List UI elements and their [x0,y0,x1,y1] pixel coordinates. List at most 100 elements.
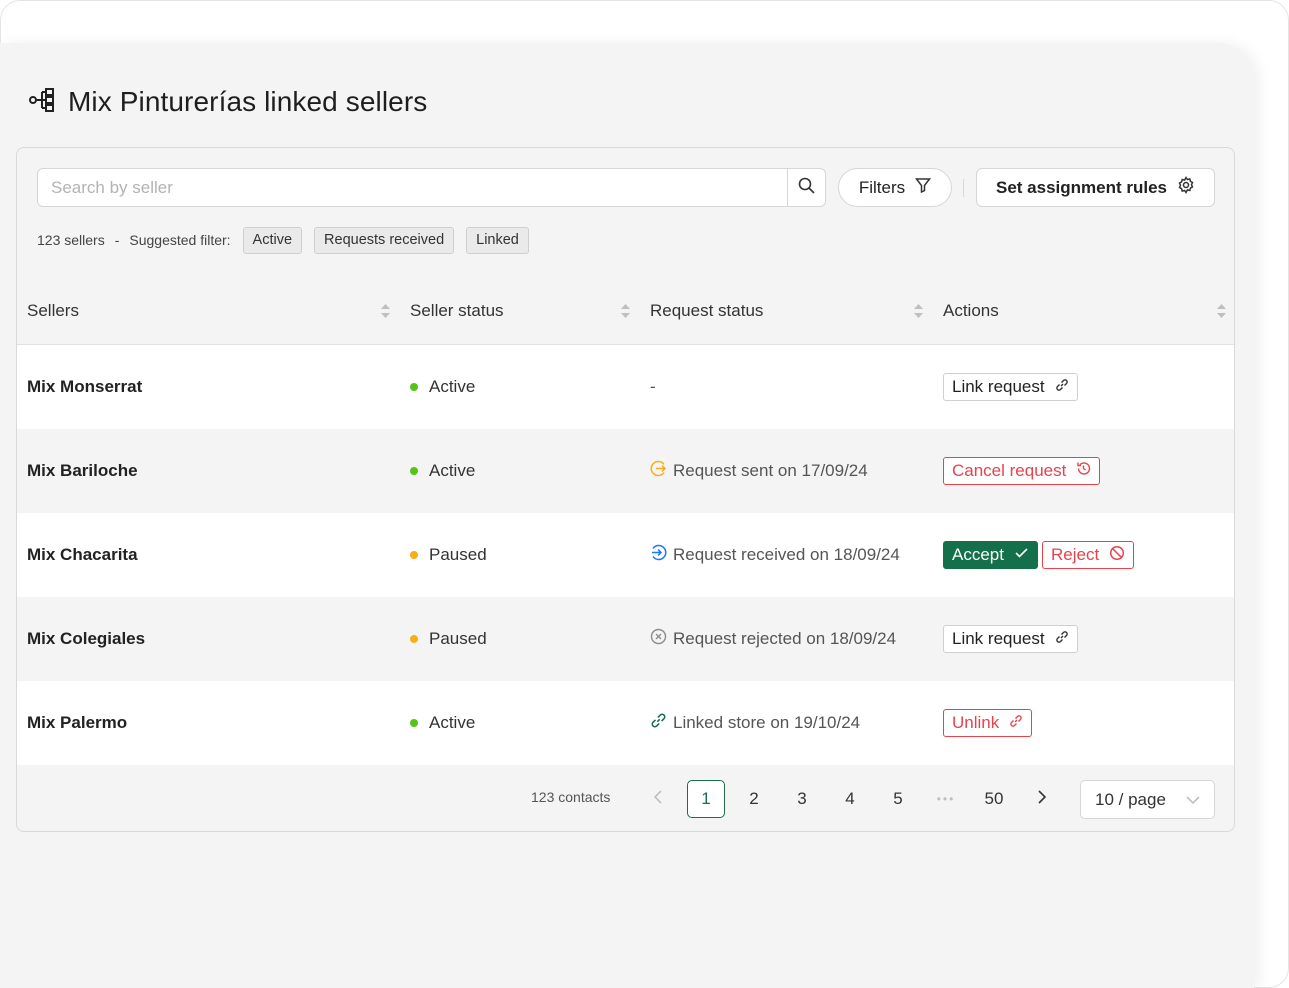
chip-active[interactable]: Active [242,226,303,254]
filters-label: Filters [858,177,906,197]
page-5[interactable]: 5 [879,780,917,818]
button-label: Unlink [952,713,1000,732]
seller-status: Active [429,461,476,480]
seller-status: Paused [429,545,487,564]
seller-name: Mix Colegiales [27,629,146,648]
toolbar-divider [963,179,964,197]
button-label: Link request [952,377,1045,396]
filters-button[interactable]: Filters [838,168,952,207]
header-label: Actions [943,301,999,320]
link-request-button[interactable]: Link request [943,625,1078,653]
x-circle-icon [650,628,667,650]
request-status: Request received on 18/09/24 [673,545,900,564]
link-icon [650,712,667,734]
accept-button[interactable]: Accept [943,541,1038,569]
request-status-cell: Linked store on 19/10/24 [650,712,860,734]
suggested-filter-label: Suggested filter: [129,232,231,248]
clock-rewind-icon [1076,461,1091,481]
table-row: Mix Monserrat Active - Link request [17,345,1234,429]
arrow-in-icon [650,544,667,566]
sellers-card: Filters Set assignment rules 123 sellers… [16,147,1235,832]
seller-name: Mix Palermo [27,713,128,732]
seller-name: Mix Chacarita [27,545,138,564]
request-status: Request rejected on 18/09/24 [673,629,897,648]
table-row: Mix Chacarita Paused Request received on… [17,513,1234,597]
hierarchy-icon [28,86,56,119]
summary-row: 123 sellers - Suggested filter: Active R… [37,226,529,254]
search-box [37,168,826,207]
unlink-button[interactable]: Unlink [943,709,1033,737]
sort-icon [621,304,630,318]
header-seller-status[interactable]: Seller status [400,301,640,321]
header-request-status[interactable]: Request status [640,301,933,321]
table-row: Mix Colegiales Paused Request rejected o… [17,597,1234,681]
seller-name: Mix Monserrat [27,377,143,396]
search-icon [798,177,815,199]
page-size-select[interactable]: 10 / page [1080,780,1215,819]
page-3[interactable]: 3 [783,780,821,818]
chip-linked[interactable]: Linked [466,226,529,254]
header-label: Seller status [410,301,504,320]
chevron-right-icon [1037,789,1047,809]
page-size-value: 10 / page [1095,789,1166,809]
table-header: Sellers Seller status Request status Act… [17,278,1234,345]
paused-status-dot [410,551,418,559]
search-button[interactable] [787,169,825,206]
page-ellipsis[interactable]: ••• [927,780,965,818]
page-title: Mix Pinturerías linked sellers [68,86,428,117]
active-status-dot [410,383,418,391]
seller-status: Active [429,713,476,732]
paused-status-dot [410,635,418,643]
request-status: Linked store on 19/10/24 [673,713,861,732]
gear-icon [1177,176,1195,199]
sort-icon [1217,304,1226,318]
request-status-cell: Request rejected on 18/09/24 [650,628,896,650]
link-request-button[interactable]: Link request [943,373,1078,401]
request-status-cell: Request sent on 17/09/24 [650,460,868,482]
seller-status: Paused [429,629,487,648]
search-input[interactable] [38,169,787,206]
seller-status: Active [429,377,476,396]
pagination: 123 contacts 1 2 3 4 5 ••• 50 10 / page [17,767,1234,831]
table-row: Mix Palermo Active Linked store on 19/10… [17,681,1234,765]
button-label: Link request [952,629,1045,648]
button-label: Reject [1050,545,1100,564]
rules-label: Set assignment rules [995,177,1167,197]
set-assignment-rules-button[interactable]: Set assignment rules [976,168,1215,207]
link-icon [1055,629,1069,649]
check-icon [1014,545,1029,565]
header-label: Sellers [27,301,79,320]
arrow-out-icon [650,460,667,482]
prev-page-button[interactable] [639,780,677,818]
cancel-request-button[interactable]: Cancel request [943,457,1101,485]
request-status-cell: Request received on 18/09/24 [650,544,900,566]
request-status: - [650,377,656,396]
contacts-count: 123 contacts [531,789,611,805]
header-actions[interactable]: Actions [933,301,1234,321]
summary-separator: - [114,232,120,248]
sort-icon [381,304,390,318]
button-label: Accept [952,545,1004,564]
page-1[interactable]: 1 [687,780,725,818]
ban-icon [1109,545,1125,566]
chevron-left-icon [653,789,663,809]
button-label: Cancel request [952,461,1067,480]
header-label: Request status [650,301,764,320]
chevron-down-icon [1186,790,1200,810]
page-4[interactable]: 4 [831,780,869,818]
header-sellers[interactable]: Sellers [17,301,400,321]
sellers-table: Sellers Seller status Request status Act… [17,278,1234,765]
next-page-button[interactable] [1023,780,1061,818]
chip-requests-received[interactable]: Requests received [314,226,455,254]
request-status: Request sent on 17/09/24 [673,461,868,480]
seller-count: 123 sellers [37,232,105,248]
page-2[interactable]: 2 [735,780,773,818]
page-header: Mix Pinturerías linked sellers [28,84,427,120]
seller-name: Mix Bariloche [27,461,138,480]
link-icon [1009,713,1023,733]
reject-button[interactable]: Reject [1041,541,1135,569]
page-50[interactable]: 50 [975,780,1013,818]
link-icon [1055,377,1069,397]
funnel-icon [915,177,932,198]
sort-icon [914,304,923,318]
